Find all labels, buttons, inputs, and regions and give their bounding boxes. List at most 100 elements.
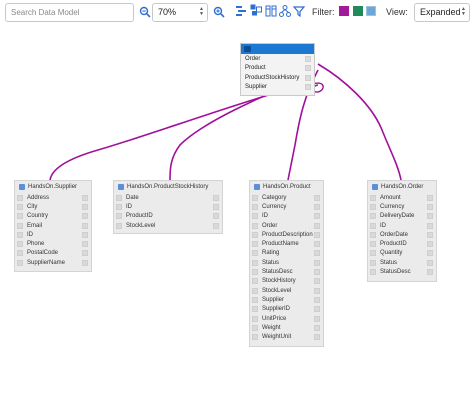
filter-green-swatch[interactable] — [353, 6, 363, 16]
link-handle[interactable] — [305, 74, 311, 81]
field-row[interactable]: Status — [250, 258, 323, 267]
field-row[interactable]: ID — [114, 202, 222, 211]
field-handle[interactable] — [370, 241, 376, 248]
field-row[interactable]: City — [15, 202, 91, 211]
field-handle[interactable] — [252, 203, 258, 210]
field-handle[interactable] — [252, 334, 258, 341]
field-row[interactable]: Weight — [250, 323, 323, 332]
field-handle[interactable] — [370, 222, 376, 229]
link-handle[interactable] — [427, 259, 433, 266]
link-handle[interactable] — [305, 55, 311, 62]
link-handle[interactable] — [427, 213, 433, 220]
field-handle[interactable] — [252, 315, 258, 322]
field-handle[interactable] — [116, 194, 122, 201]
field-handle[interactable] — [17, 250, 23, 257]
field-row[interactable]: ID — [15, 230, 91, 239]
filter-purple-swatch[interactable] — [339, 6, 349, 16]
field-row[interactable]: OrderDate — [368, 230, 436, 239]
field-handle[interactable] — [370, 250, 376, 257]
field-row[interactable]: Address — [15, 193, 91, 202]
field-row[interactable]: StockHistory — [250, 277, 323, 286]
field-handle[interactable] — [17, 231, 23, 238]
field-handle[interactable] — [370, 231, 376, 238]
zoom-out-icon[interactable] — [139, 6, 151, 18]
filter-icon[interactable] — [293, 5, 305, 17]
field-handle[interactable] — [252, 231, 258, 238]
entity-product[interactable]: HandsOn.Product Category Currency ID Order Pr… — [249, 180, 324, 347]
field-handle[interactable] — [17, 259, 23, 266]
link-handle[interactable] — [82, 241, 88, 248]
field-row[interactable]: ProductID — [114, 212, 222, 221]
field-row[interactable]: SupplierName — [15, 258, 91, 267]
field-row[interactable]: Country — [15, 212, 91, 221]
field-handle[interactable] — [252, 213, 258, 220]
field-row[interactable]: WeightUnit — [250, 332, 323, 341]
entity-header[interactable]: HandsOn.ProductStockHistory — [114, 181, 222, 193]
link-handle[interactable] — [427, 194, 433, 201]
link-handle[interactable] — [427, 231, 433, 238]
link-handle[interactable] — [427, 222, 433, 229]
link-handle[interactable] — [213, 203, 219, 210]
field-row[interactable]: ProductDescription — [250, 230, 323, 239]
link-handle[interactable] — [82, 250, 88, 257]
link-handle[interactable] — [314, 250, 320, 257]
field-row[interactable]: ID — [368, 221, 436, 230]
columns-icon[interactable] — [265, 5, 277, 17]
field-row[interactable]: Rating — [250, 249, 323, 258]
view-select[interactable]: Expanded ▲ ▼ — [414, 3, 470, 22]
field-handle[interactable] — [252, 269, 258, 276]
link-handle[interactable] — [314, 269, 320, 276]
field-handle[interactable] — [370, 213, 376, 220]
field-row[interactable]: StatusDesc — [250, 267, 323, 276]
field-row[interactable]: PostalCode — [15, 249, 91, 258]
field-row[interactable]: Email — [15, 221, 91, 230]
field-handle[interactable] — [252, 324, 258, 331]
field-handle[interactable] — [252, 278, 258, 285]
field-handle[interactable] — [252, 287, 258, 294]
field-handle[interactable] — [116, 213, 122, 220]
field-row[interactable]: Phone — [15, 239, 91, 248]
root-row[interactable]: Product — [241, 64, 314, 74]
link-handle[interactable] — [314, 296, 320, 303]
field-row[interactable]: StockLevel — [250, 286, 323, 295]
link-handle[interactable] — [427, 250, 433, 257]
field-handle[interactable] — [252, 306, 258, 313]
entity-header[interactable]: HandsOn.Order — [368, 181, 436, 193]
link-handle[interactable] — [314, 334, 320, 341]
field-row[interactable]: Amount — [368, 193, 436, 202]
zoom-select[interactable]: 70% ▲ ▼ — [152, 3, 208, 22]
field-handle[interactable] — [252, 259, 258, 266]
field-handle[interactable] — [370, 203, 376, 210]
field-handle[interactable] — [17, 203, 23, 210]
link-handle[interactable] — [82, 203, 88, 210]
filter-lightblue-swatch[interactable] — [366, 6, 376, 16]
field-handle[interactable] — [17, 241, 23, 248]
field-row[interactable]: ProductID — [368, 239, 436, 248]
link-handle[interactable] — [305, 84, 311, 91]
layout-icon[interactable] — [235, 5, 247, 17]
link-handle[interactable] — [314, 259, 320, 266]
link-handle[interactable] — [427, 269, 433, 276]
link-handle[interactable] — [314, 222, 320, 229]
link-handle[interactable] — [314, 241, 320, 248]
entity-supplier[interactable]: HandsOn.Supplier Address City Country Email I… — [14, 180, 92, 272]
field-row[interactable]: Category — [250, 193, 323, 202]
link-handle[interactable] — [213, 213, 219, 220]
link-handle[interactable] — [82, 194, 88, 201]
field-row[interactable]: ProductName — [250, 239, 323, 248]
field-row[interactable]: SupplierID — [250, 305, 323, 314]
field-handle[interactable] — [116, 222, 122, 229]
field-handle[interactable] — [370, 194, 376, 201]
field-row[interactable]: UnitPrice — [250, 314, 323, 323]
field-row[interactable]: DeliveryDate — [368, 212, 436, 221]
link-handle[interactable] — [314, 203, 320, 210]
root-row[interactable]: ProductStockHistory — [241, 73, 314, 83]
link-handle[interactable] — [213, 222, 219, 229]
root-row[interactable]: Supplier — [241, 83, 314, 93]
link-handle[interactable] — [314, 324, 320, 331]
root-row[interactable]: Order — [241, 54, 314, 64]
field-row[interactable]: Quantity — [368, 249, 436, 258]
link-handle[interactable] — [314, 231, 320, 238]
field-handle[interactable] — [252, 222, 258, 229]
field-row[interactable]: ID — [250, 212, 323, 221]
